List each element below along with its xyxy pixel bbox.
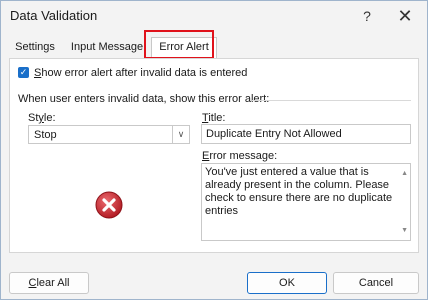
title-bar: Data Validation ? ✕ (1, 1, 427, 31)
close-icon[interactable]: ✕ (395, 6, 415, 26)
clear-all-button[interactable]: Clear All (9, 272, 89, 294)
tab-settings[interactable]: Settings (11, 38, 59, 58)
style-label: Style: (28, 112, 56, 124)
show-error-alert-label[interactable]: Show error alert after invalid data is e… (34, 67, 247, 79)
title-input[interactable]: Duplicate Entry Not Allowed (201, 124, 411, 144)
error-alert-tab-highlight (144, 30, 214, 59)
style-value: Stop (34, 129, 57, 141)
tab-input-message[interactable]: Input Message (67, 38, 147, 58)
show-error-alert-checkbox[interactable]: ✓ (18, 67, 29, 78)
help-icon[interactable]: ? (357, 6, 377, 26)
section-label: When user enters invalid data, show this… (18, 93, 270, 105)
error-message-label: Error message: (202, 150, 278, 162)
scroll-up-icon[interactable]: ▲ (401, 167, 408, 180)
cancel-button[interactable]: Cancel (333, 272, 419, 294)
chevron-down-icon[interactable]: ∨ (172, 126, 189, 143)
section-divider (252, 100, 411, 101)
error-message-textarea[interactable]: You've just entered a value that is alre… (201, 163, 411, 241)
stop-error-icon (95, 191, 123, 219)
title-field-label: Title: (202, 112, 226, 124)
scroll-down-icon[interactable]: ▼ (401, 224, 408, 237)
ok-button[interactable]: OK (247, 272, 327, 294)
data-validation-dialog: Data Validation ? ✕ Settings Input Messa… (0, 0, 428, 300)
error-message-text: You've just entered a value that is alre… (205, 166, 393, 217)
style-dropdown[interactable]: Stop ∨ (28, 125, 190, 144)
dialog-title: Data Validation (10, 8, 98, 23)
